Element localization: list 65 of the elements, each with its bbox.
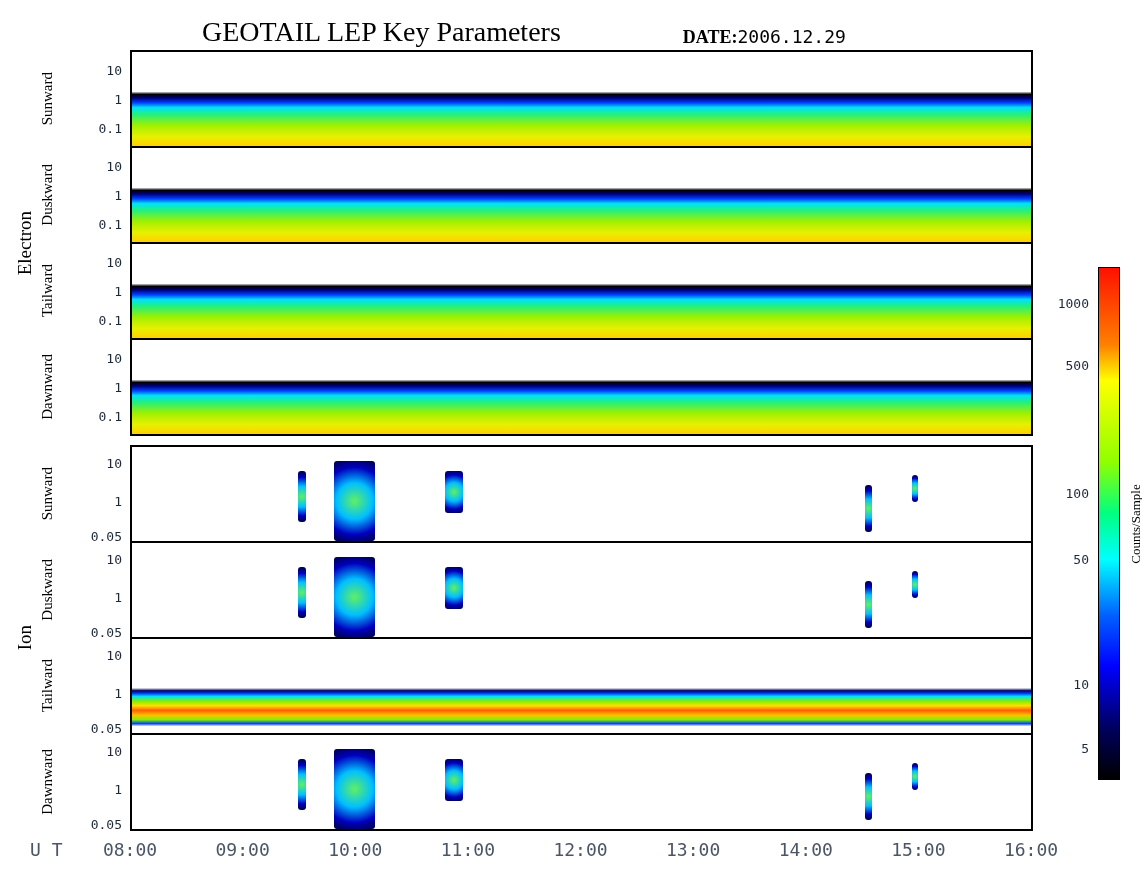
axis-tick-label: 10:00 bbox=[328, 841, 383, 859]
axis-tick-label: 10 bbox=[106, 648, 122, 662]
panel-label: Dawnward bbox=[39, 749, 55, 815]
chart-title: GEOTAIL LEP Key Parameters bbox=[202, 18, 561, 46]
particle-burst bbox=[298, 566, 306, 619]
axis-tick-label: 11:00 bbox=[440, 841, 495, 859]
axis-tick-label: 0.05 bbox=[90, 529, 122, 543]
axis-tick-label: 0.05 bbox=[90, 721, 122, 735]
axis-tick-label: 0.05 bbox=[90, 817, 122, 831]
particle-burst bbox=[864, 772, 872, 820]
panel-label: Dawnward bbox=[39, 354, 55, 420]
panel-label: Duskward bbox=[39, 164, 55, 226]
panel-label: Sunward bbox=[39, 467, 55, 521]
axis-tick-label: 10 bbox=[106, 159, 122, 173]
colorbar-tick-label: 5 bbox=[1081, 741, 1089, 755]
axis-tick-label: 1 bbox=[114, 92, 122, 106]
axis-tick-label: 0.05 bbox=[90, 625, 122, 639]
panel-label: Duskward bbox=[39, 559, 55, 621]
particle-burst bbox=[298, 758, 306, 811]
axis-tick-label: 1 bbox=[114, 686, 122, 700]
axis-tick-label: 08:00 bbox=[102, 841, 158, 859]
particle-burst bbox=[298, 470, 306, 523]
axis-tick-label: 15:00 bbox=[891, 841, 946, 859]
axis-tick-label: 1 bbox=[114, 380, 122, 394]
colorbar-tick-label: 50 bbox=[1073, 552, 1089, 566]
axis-tick-label: 10 bbox=[106, 63, 122, 77]
axis-tick-label: 12:00 bbox=[553, 841, 608, 859]
axis-tick-label: 1 bbox=[114, 782, 122, 796]
panel-label: Tailward bbox=[39, 659, 55, 713]
particle-burst bbox=[864, 484, 872, 532]
axis-tick-label: 14:00 bbox=[778, 841, 833, 859]
axis-tick-label: 0.1 bbox=[98, 217, 122, 231]
axis-tick-label: 0.1 bbox=[98, 313, 122, 327]
axis-tick-label: 10 bbox=[106, 552, 122, 566]
axis-tick-label: 10 bbox=[106, 255, 122, 269]
particle-burst bbox=[912, 475, 918, 502]
date-label: DATE: bbox=[682, 28, 738, 46]
group-label: Ion bbox=[15, 625, 34, 651]
colorbar-tick-label: 100 bbox=[1065, 486, 1089, 500]
axis-tick-label: 10 bbox=[106, 456, 122, 470]
particle-burst bbox=[912, 571, 918, 598]
axis-tick-label: 13:00 bbox=[666, 841, 721, 859]
axis-tick-label: 1 bbox=[114, 590, 122, 604]
axis-tick-label: 09:00 bbox=[215, 841, 270, 859]
group-label: Electron bbox=[15, 210, 34, 276]
particle-burst bbox=[444, 566, 463, 609]
axis-tick-label: 0.1 bbox=[98, 409, 122, 423]
date-value: 2006.12.29 bbox=[737, 28, 846, 46]
particle-burst bbox=[444, 470, 463, 513]
axis-tick-label: 0.1 bbox=[98, 121, 122, 135]
axis-label: U T bbox=[30, 841, 63, 859]
axis-tick-label: 16:00 bbox=[1003, 841, 1059, 859]
panel-label: Tailward bbox=[39, 264, 55, 318]
colorbar-tick-label: 500 bbox=[1065, 358, 1089, 372]
axis-tick-label: 10 bbox=[106, 744, 122, 758]
colorbar-tick-label: 10 bbox=[1073, 677, 1089, 691]
axis-tick-label: 1 bbox=[114, 284, 122, 298]
particle-burst bbox=[912, 763, 918, 790]
axis-tick-label: 1 bbox=[114, 188, 122, 202]
axis-tick-label: 10 bbox=[106, 351, 122, 365]
axis-tick-label: 1 bbox=[114, 494, 122, 508]
particle-burst bbox=[444, 758, 463, 801]
panel-label: Sunward bbox=[39, 72, 55, 126]
particle-burst bbox=[864, 580, 872, 628]
colorbar-tick-label: 1000 bbox=[1057, 296, 1089, 310]
